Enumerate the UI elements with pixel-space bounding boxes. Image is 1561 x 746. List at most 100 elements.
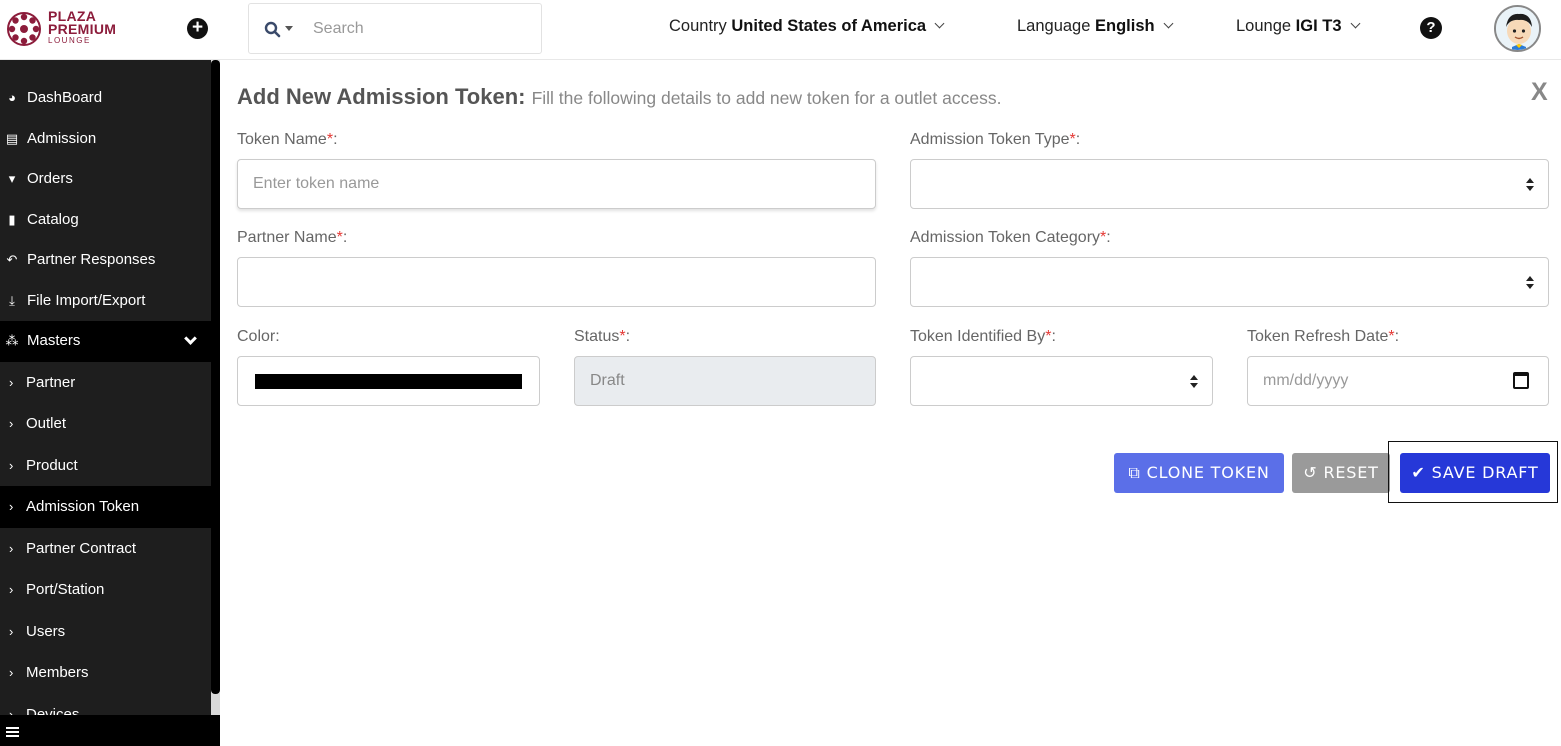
chevron-right-icon: › <box>9 374 14 390</box>
label-colon: : <box>342 229 348 246</box>
lounge-selector[interactable]: Lounge IGI T3 <box>1236 17 1360 36</box>
sidebar-subitem-label: Outlet <box>26 415 67 432</box>
color-picker[interactable] <box>237 356 540 406</box>
form-title-text: Add New Admission Token: <box>237 84 526 109</box>
sidebar-item-admission[interactable]: ▤ Admission <box>0 119 211 160</box>
reset-label: RESET <box>1323 463 1379 482</box>
sidebar-subitem-partner-contract[interactable]: › Partner Contract <box>0 528 211 570</box>
hamburger-menu-icon[interactable] <box>6 727 19 737</box>
sidebar-item-label: File Import/Export <box>27 291 146 309</box>
lounge-label: Lounge <box>1236 17 1296 35</box>
sidebar-subitem-label: Users <box>26 622 66 640</box>
chevron-down-icon[interactable] <box>184 332 197 345</box>
reset-button[interactable]: ↺ RESET <box>1292 453 1390 493</box>
add-new-icon[interactable]: + <box>187 18 208 39</box>
check-icon: ✔ <box>1411 463 1426 482</box>
token-refresh-date-input[interactable]: mm/dd/yyyy <box>1247 356 1549 406</box>
search-filter-caret-icon[interactable] <box>285 26 293 31</box>
language-label: Language <box>1017 17 1095 35</box>
country-label: Country <box>669 17 732 35</box>
clone-token-button[interactable]: ⧉ CLONE TOKEN <box>1114 453 1284 493</box>
sidebar-section-label: Masters <box>27 332 81 349</box>
save-draft-label: SAVE DRAFT <box>1431 463 1539 482</box>
chevron-right-icon: › <box>9 540 14 556</box>
save-draft-button[interactable]: ✔ SAVE DRAFT <box>1400 453 1550 493</box>
admission-token-category-select[interactable] <box>910 257 1549 307</box>
close-form-button[interactable]: X <box>1531 78 1548 107</box>
calendar-icon[interactable] <box>1513 372 1529 389</box>
avatar-face-icon <box>1496 7 1539 50</box>
sidebar-footer <box>0 715 220 746</box>
id-card-icon: ▤ <box>5 130 19 146</box>
search-icon[interactable] <box>264 21 282 39</box>
label-colon: : <box>625 328 631 345</box>
sidebar-item-file-import-export[interactable]: ⤓ File Import/Export <box>0 281 211 322</box>
admission-token-type-label: Admission Token Type*: <box>910 131 1080 149</box>
label-colon: : <box>275 328 280 345</box>
sidebar-item-partner-responses[interactable]: ↶ Partner Responses <box>0 240 211 281</box>
token-name-input[interactable] <box>237 159 876 209</box>
sidebar-subitem-admission-token[interactable]: › Admission Token <box>0 486 211 528</box>
copy-icon: ⧉ <box>1128 463 1141 482</box>
reply-all-icon: ↶ <box>6 252 18 267</box>
sidebar-section-masters[interactable]: ⁂ Masters <box>0 321 211 362</box>
chevron-right-icon: › <box>9 416 14 431</box>
country-value: United States of America <box>731 17 927 35</box>
sidebar-subitem-label: Members <box>26 664 89 681</box>
sidebar-subitem-label: Partner Contract <box>26 539 137 557</box>
sidebar-subitem-outlet[interactable]: › Outlet <box>0 403 211 445</box>
select-arrows-icon <box>1526 276 1534 290</box>
token-identified-by-select[interactable] <box>910 356 1213 406</box>
sidebar-subitem-port-station[interactable]: › Port/Station <box>0 569 211 611</box>
user-avatar[interactable] <box>1494 5 1541 52</box>
sidebar-subitem-users[interactable]: › Users <box>0 611 211 653</box>
cart-icon: ▾ <box>8 171 16 186</box>
sidebar-scrollbar-thumb[interactable] <box>211 60 220 694</box>
sidebar-subitem-label: Partner <box>26 373 76 391</box>
sidebar-item-dashboard[interactable]: ◕ DashBoard <box>0 78 211 119</box>
sidebar-item-orders[interactable]: ▾ Orders <box>0 159 211 200</box>
admission-token-type-select[interactable] <box>910 159 1549 209</box>
download-icon: ⤓ <box>9 292 15 308</box>
color-swatch <box>255 374 522 389</box>
language-value: English <box>1095 17 1155 35</box>
sidebar-subitem-members[interactable]: › Members <box>0 652 211 694</box>
admission-token-form: Add New Admission Token: Fill the follow… <box>220 60 1561 746</box>
search-input[interactable] <box>313 12 533 46</box>
label-text: Token Refresh Date <box>1247 328 1389 345</box>
sidebar-subitem-partner[interactable]: › Partner <box>0 362 211 404</box>
status-field: Draft <box>574 356 876 406</box>
sidebar-item-label: DashBoard <box>27 89 103 106</box>
label-text: Token Name <box>237 131 327 148</box>
logo-line-3: LOUNGE <box>48 36 91 45</box>
country-selector[interactable]: Country United States of America <box>669 17 945 36</box>
chevron-right-icon: › <box>9 499 14 514</box>
language-selector[interactable]: Language English <box>1017 17 1174 36</box>
label-colon: : <box>1051 328 1056 345</box>
date-placeholder: mm/dd/yyyy <box>1263 372 1349 389</box>
sidebar-subitem-product[interactable]: › Product <box>0 445 211 487</box>
label-text: Color <box>237 328 276 345</box>
sidebar-subitem-label: Port/Station <box>26 581 105 598</box>
logo-text: PLAZA PREMIUM LOUNGE <box>48 9 116 46</box>
partner-name-label: Partner Name*: <box>237 229 347 247</box>
logo-mark-icon <box>7 12 41 46</box>
sidebar-subitem-label: Admission Token <box>26 498 140 515</box>
chevron-down-icon <box>1350 18 1360 29</box>
status-label: Status*: <box>574 328 630 346</box>
chevron-right-icon: › <box>9 623 14 639</box>
sidebar-item-label: Catalog <box>27 210 79 228</box>
select-arrows-icon <box>1190 375 1198 389</box>
plaza-premium-logo[interactable]: PLAZA PREMIUM LOUNGE <box>6 9 126 49</box>
label-text: Token Identified By <box>910 328 1046 345</box>
clone-token-label: CLONE TOKEN <box>1146 463 1270 482</box>
chevron-right-icon: › <box>9 582 14 597</box>
search-box <box>248 3 542 54</box>
sitemap-icon: ⁂ <box>5 333 19 348</box>
form-subtitle: Fill the following details to add new to… <box>531 88 1002 108</box>
partner-name-input[interactable] <box>237 257 876 307</box>
sidebar-item-catalog[interactable]: ▮ Catalog <box>0 200 211 241</box>
lounge-value: IGI T3 <box>1295 17 1342 35</box>
help-icon[interactable]: ? <box>1420 17 1442 39</box>
sidebar-item-label: Orders <box>27 170 73 187</box>
